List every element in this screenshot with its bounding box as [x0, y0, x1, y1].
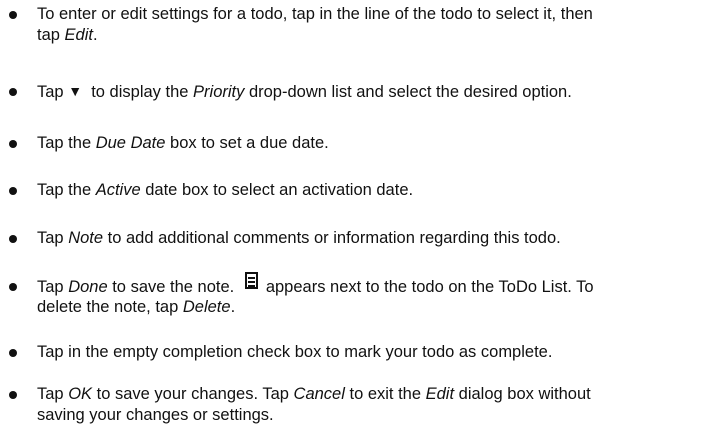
list-item-text: Tap OK to save your changes. Tap Cancel …: [37, 384, 709, 426]
text-line: saving your changes or settings.: [37, 405, 709, 426]
text-line: Tap the Due Date box to set a due date.: [37, 133, 709, 154]
emphasis-ok: OK: [68, 385, 93, 403]
bullet-icon: [9, 187, 17, 195]
text-line: Tap OK to save your changes. Tap Cancel …: [37, 384, 709, 405]
text-run: to save your changes. Tap: [92, 385, 294, 403]
dropdown-arrow-icon: ▼: [68, 83, 83, 99]
text-line: Tap the Active date box to select an act…: [37, 180, 709, 201]
text-run: drop-down list and select the desired op…: [244, 83, 572, 101]
list-item-text: Tap Done to save the note. appears next …: [37, 272, 709, 318]
text-run: Tap in the empty completion check box to…: [37, 343, 553, 361]
emphasis-delete: Delete: [182, 298, 231, 316]
text-run: saving your changes or settings.: [37, 406, 274, 424]
list-item-text: Tap the Active date box to select an act…: [37, 180, 709, 201]
emphasis-due-date: Due Date: [95, 134, 166, 152]
emphasis-priority: Priority: [193, 83, 245, 101]
text-line: tap Edit.: [37, 25, 709, 46]
text-line: Tap in the empty completion check box to…: [37, 342, 709, 363]
emphasis-note: Note: [68, 229, 104, 247]
bullet-icon: [9, 283, 17, 291]
text-run: Tap the: [37, 134, 96, 152]
bullet-icon: [9, 11, 17, 19]
list-item-text: Tap Note to add additional comments or i…: [37, 228, 709, 249]
note-icon: [244, 272, 258, 289]
text-run: appears next to the todo on the ToDo Lis…: [265, 278, 594, 296]
text-run: box to set a due date.: [165, 134, 329, 152]
text-run: Tap: [37, 83, 69, 101]
text-run: Tap: [37, 385, 69, 403]
text-run: .: [230, 298, 236, 316]
list-item-text: Tap the Due Date box to set a due date.: [37, 133, 709, 154]
text-run: .: [92, 26, 98, 44]
emphasis-done: Done: [68, 278, 108, 296]
emphasis-cancel: Cancel: [293, 385, 345, 403]
bullet-icon: [9, 88, 17, 96]
text-line: Tap ▼ to display the Priority drop-down …: [37, 81, 709, 103]
text-run: Tap the: [37, 181, 96, 199]
text-run: tap: [37, 26, 65, 44]
list-item-text: To enter or edit settings for a todo, ta…: [37, 4, 709, 46]
text-run: Tap: [37, 278, 69, 296]
text-line: Tap Note to add additional comments or i…: [37, 228, 709, 249]
text-run: to save the note.: [107, 278, 239, 296]
text-run: to exit the: [344, 385, 426, 403]
text-line: Tap Done to save the note. appears next …: [37, 272, 709, 300]
bullet-icon: [9, 391, 17, 399]
text-run: Tap: [37, 229, 69, 247]
text-run: to add additional comments or informatio…: [103, 229, 561, 247]
text-run: dialog box without: [454, 385, 591, 403]
emphasis-edit: Edit: [64, 26, 93, 44]
emphasis-edit: Edit: [425, 385, 455, 403]
bullet-icon: [9, 140, 17, 148]
text-run: date box to select an activation date.: [140, 181, 414, 199]
bullet-icon: [9, 235, 17, 243]
text-run: to display the: [82, 83, 194, 101]
text-run: delete the note, tap: [37, 298, 183, 316]
text-line: To enter or edit settings for a todo, ta…: [37, 4, 709, 25]
list-item-text: Tap ▼ to display the Priority drop-down …: [37, 81, 709, 103]
emphasis-active: Active: [95, 181, 141, 199]
bullet-icon: [9, 349, 17, 357]
list-item-text: Tap in the empty completion check box to…: [37, 342, 709, 363]
text-run: To enter or edit settings for a todo, ta…: [37, 5, 593, 23]
text-line: delete the note, tap Delete.: [37, 297, 709, 318]
